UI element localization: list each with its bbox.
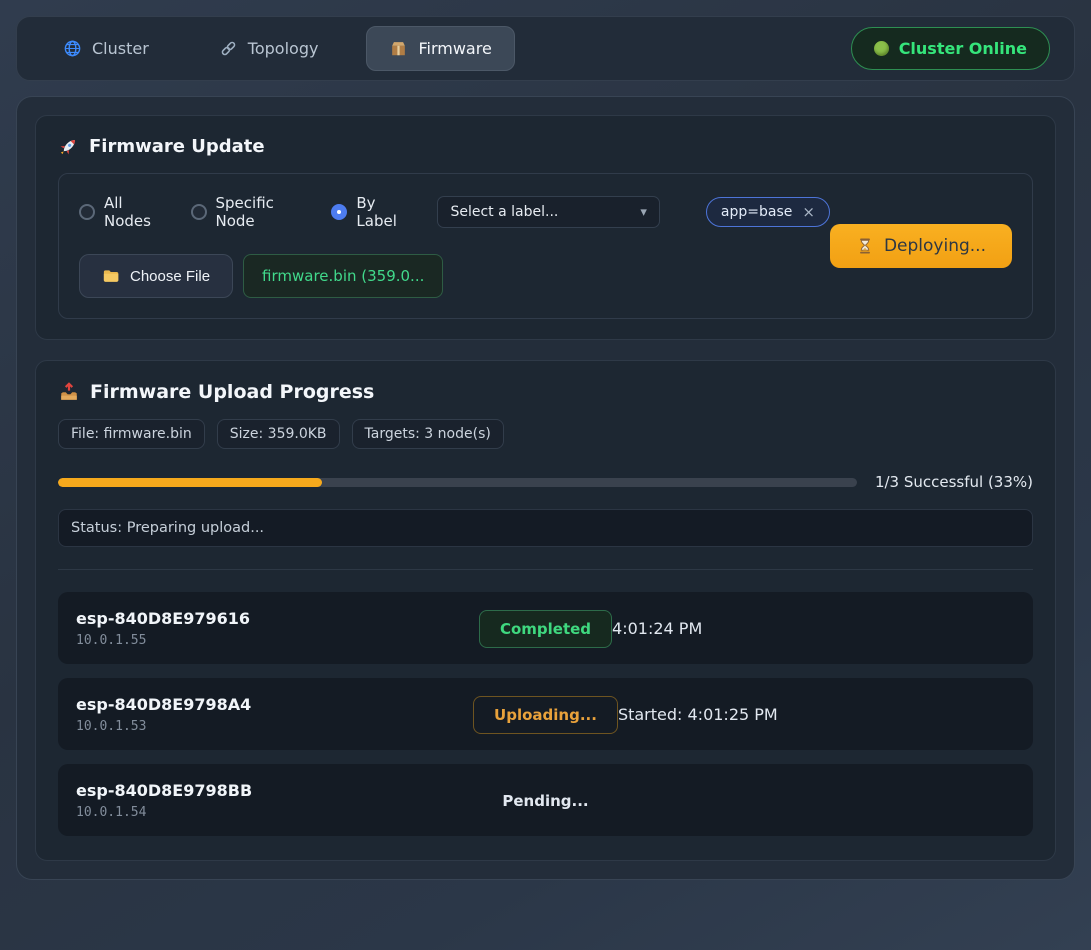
deploy-button-label: Deploying...: [884, 236, 986, 256]
choose-file-button[interactable]: Choose File: [79, 254, 233, 298]
radio-by-label-label: By Label: [356, 194, 413, 230]
radio-by-label[interactable]: By Label: [331, 194, 413, 230]
node-row-1: esp-840D8E979616 10.0.1.55 Completed 4:0…: [58, 592, 1033, 664]
close-icon[interactable]: ×: [802, 203, 815, 221]
tab-firmware[interactable]: Firmware: [366, 26, 514, 71]
radio-all-nodes-control[interactable]: [79, 204, 95, 220]
label-chip-text: app=base: [721, 204, 792, 220]
node-identity: esp-840D8E9798A4 10.0.1.53: [76, 695, 473, 734]
firmware-update-card: Firmware Update All Nodes Specific Node …: [35, 115, 1056, 340]
node-ip: 10.0.1.54: [76, 805, 482, 820]
tab-topology[interactable]: Topology: [197, 27, 341, 70]
node-name: esp-840D8E9798A4: [76, 695, 473, 714]
file-button-row: Choose File firmware.bin (359.0...: [79, 254, 830, 298]
label-select[interactable]: Select a label... ▾: [437, 196, 659, 228]
tab-topology-label: Topology: [248, 39, 319, 58]
node-time: Started: 4:01:25 PM: [618, 705, 1015, 724]
progress-row: 1/3 Successful (33%): [58, 473, 1033, 491]
firmware-update-title: Firmware Update: [58, 136, 1033, 157]
link-icon: [219, 39, 238, 58]
choose-file-label: Choose File: [130, 268, 210, 285]
radio-all-nodes[interactable]: All Nodes: [79, 194, 167, 230]
main-content: Firmware Update All Nodes Specific Node …: [16, 96, 1075, 880]
upload-meta-row: File: firmware.bin Size: 359.0KB Targets…: [58, 419, 1033, 449]
radio-all-nodes-label: All Nodes: [104, 194, 167, 230]
upload-progress-title-text: Firmware Upload Progress: [90, 381, 374, 403]
deploy-button[interactable]: Deploying...: [830, 224, 1012, 268]
status-badge-uploading: Uploading...: [473, 696, 618, 734]
upload-tray-icon: [58, 381, 80, 403]
meta-file: File: firmware.bin: [58, 419, 205, 449]
node-status: Uploading...: [473, 705, 618, 724]
node-row-3: esp-840D8E9798BB 10.0.1.54 Pending...: [58, 764, 1033, 836]
status-text-pending: Pending...: [482, 783, 608, 819]
radio-by-label-control[interactable]: [331, 204, 347, 220]
package-icon: [389, 39, 408, 58]
target-mode-radios: All Nodes Specific Node By Label Select …: [79, 194, 830, 230]
upload-status-box: Status: Preparing upload...: [58, 509, 1033, 547]
cluster-status-badge[interactable]: Cluster Online: [851, 27, 1050, 70]
tab-cluster[interactable]: Cluster: [41, 27, 171, 70]
progress-bar: [58, 478, 857, 487]
node-status: Completed: [479, 619, 612, 638]
top-navbar: Cluster Topology Firmwa: [16, 16, 1075, 81]
cluster-status-label: Cluster Online: [899, 39, 1027, 58]
node-name: esp-840D8E9798BB: [76, 781, 482, 800]
node-row-2: esp-840D8E9798A4 10.0.1.53 Uploading... …: [58, 678, 1033, 750]
meta-targets: Targets: 3 node(s): [352, 419, 504, 449]
radio-specific-node-label: Specific Node: [216, 194, 308, 230]
node-identity: esp-840D8E979616 10.0.1.55: [76, 609, 479, 648]
status-badge-completed: Completed: [479, 610, 612, 648]
divider: [58, 569, 1033, 570]
hourglass-icon: [856, 237, 874, 255]
meta-size: Size: 359.0KB: [217, 419, 340, 449]
green-dot-icon: [874, 41, 889, 56]
deploy-form-panel: All Nodes Specific Node By Label Select …: [58, 173, 1033, 319]
deploy-form-left: All Nodes Specific Node By Label Select …: [79, 194, 830, 298]
node-name: esp-840D8E979616: [76, 609, 479, 628]
folder-icon: [102, 267, 120, 285]
nav-tabs: Cluster Topology Firmwa: [41, 26, 515, 71]
label-chip: app=base ×: [706, 197, 830, 227]
node-time: 4:01:24 PM: [612, 619, 1015, 638]
node-ip: 10.0.1.55: [76, 633, 479, 648]
progress-fill: [58, 478, 322, 487]
radio-specific-node[interactable]: Specific Node: [191, 194, 308, 230]
globe-icon: [63, 39, 82, 58]
label-select-placeholder: Select a label...: [450, 204, 558, 220]
node-identity: esp-840D8E9798BB 10.0.1.54: [76, 781, 482, 820]
chevron-down-icon: ▾: [640, 205, 647, 220]
upload-progress-title: Firmware Upload Progress: [58, 381, 1033, 403]
firmware-update-title-text: Firmware Update: [89, 136, 265, 157]
tab-firmware-label: Firmware: [418, 39, 491, 58]
node-status: Pending...: [482, 791, 608, 810]
upload-progress-card: Firmware Upload Progress File: firmware.…: [35, 360, 1056, 861]
radio-specific-node-control[interactable]: [191, 204, 207, 220]
rocket-icon: [58, 136, 79, 157]
node-ip: 10.0.1.53: [76, 719, 473, 734]
selected-file-badge: firmware.bin (359.0...: [243, 254, 443, 298]
tab-cluster-label: Cluster: [92, 39, 149, 58]
progress-label: 1/3 Successful (33%): [875, 473, 1033, 491]
